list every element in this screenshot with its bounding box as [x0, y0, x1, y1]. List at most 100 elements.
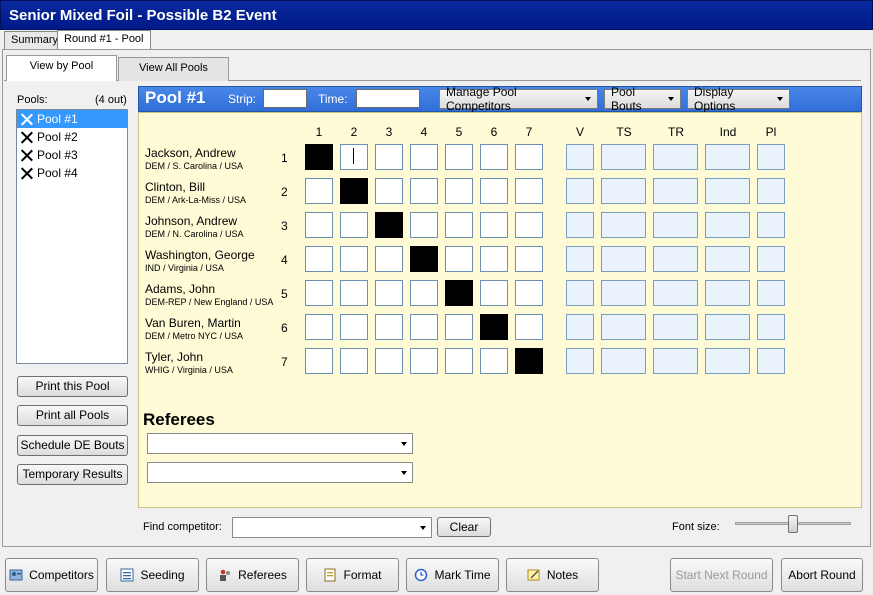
mark-time-button[interactable]: Mark Time	[406, 558, 499, 592]
tab-view-all-pools[interactable]: View All Pools	[118, 57, 229, 81]
bout-score-cell[interactable]	[305, 348, 333, 374]
start-next-round-button[interactable]: Start Next Round	[670, 558, 773, 592]
referees-heading: Referees	[143, 410, 215, 429]
referee-select-1[interactable]	[147, 433, 413, 454]
bout-score-cell[interactable]	[515, 314, 543, 340]
schedule-de-bouts-button[interactable]: Schedule DE Bouts	[17, 435, 128, 456]
time-input[interactable]	[356, 89, 420, 108]
bout-score-cell[interactable]	[480, 144, 508, 170]
tab-round-1-pool[interactable]: Round #1 - Pool	[57, 30, 151, 50]
format-button[interactable]: Format	[306, 558, 399, 592]
abort-round-button[interactable]: Abort Round	[781, 558, 863, 592]
result-cell	[705, 348, 750, 374]
bout-score-cell[interactable]	[445, 178, 473, 204]
bout-score-cell[interactable]	[410, 314, 438, 340]
bout-score-cell[interactable]	[410, 212, 438, 238]
pool-item-2[interactable]: Pool #2	[17, 128, 127, 146]
pool-item-4[interactable]: Pool #4	[17, 164, 127, 182]
tab-view-by-pool[interactable]: View by Pool	[6, 55, 117, 81]
bout-score-cell[interactable]	[375, 178, 403, 204]
temporary-results-button[interactable]: Temporary Results	[17, 464, 128, 485]
font-size-slider[interactable]	[788, 515, 798, 533]
notes-icon	[527, 569, 540, 581]
pool-title: Pool #1	[145, 88, 206, 107]
seeding-button[interactable]: Seeding	[106, 558, 199, 592]
menu-label: Pool Bouts	[611, 85, 642, 113]
bout-score-cell[interactable]	[445, 246, 473, 272]
pool-item-1[interactable]: Pool #1	[17, 110, 127, 128]
self-bout-cell	[515, 348, 543, 374]
bout-score-cell[interactable]	[340, 246, 368, 272]
chevron-down-icon	[668, 97, 674, 101]
bout-score-cell[interactable]	[340, 348, 368, 374]
bout-score-cell[interactable]	[410, 348, 438, 374]
bout-score-cell[interactable]	[305, 212, 333, 238]
bout-score-cell[interactable]	[375, 246, 403, 272]
display-options-menu[interactable]: Display Options	[687, 85, 790, 113]
chevron-down-icon	[585, 97, 591, 101]
menu-label: Manage Pool Competitors	[446, 85, 517, 113]
bout-score-cell[interactable]	[515, 178, 543, 204]
result-cell	[705, 280, 750, 306]
referee-select-2[interactable]	[147, 462, 413, 483]
button-label: Start Next Round	[675, 568, 768, 582]
bout-column-header: 4	[420, 125, 428, 139]
competitors-button[interactable]: Competitors	[5, 558, 98, 592]
bout-score-cell[interactable]	[305, 246, 333, 272]
competitor-number: 5	[281, 287, 288, 301]
bout-score-cell[interactable]	[340, 212, 368, 238]
strip-input[interactable]	[263, 89, 307, 108]
bout-column-header: 5	[455, 125, 463, 139]
bout-score-cell[interactable]	[515, 280, 543, 306]
bout-score-cell[interactable]	[340, 144, 368, 170]
bout-score-cell[interactable]	[480, 348, 508, 374]
bout-score-cell[interactable]	[375, 314, 403, 340]
clear-button[interactable]: Clear	[437, 517, 491, 537]
bout-score-cell[interactable]	[515, 246, 543, 272]
competitor-number: 3	[281, 219, 288, 233]
bout-score-cell[interactable]	[480, 178, 508, 204]
bout-score-cell[interactable]	[480, 246, 508, 272]
result-column-header: TS	[616, 125, 632, 139]
bout-score-cell[interactable]	[445, 348, 473, 374]
manage-pool-competitors-menu[interactable]: Manage Pool Competitors	[439, 85, 598, 113]
pools-list[interactable]: Pool #1 Pool #2 Pool #3 Pool #4	[16, 109, 128, 364]
bout-score-cell[interactable]	[375, 144, 403, 170]
pool-bouts-menu[interactable]: Pool Bouts	[604, 85, 681, 113]
print-this-pool-button[interactable]: Print this Pool	[17, 376, 128, 397]
referees-button[interactable]: Referees	[206, 558, 299, 592]
result-cell	[757, 178, 785, 204]
competitor-name: Tyler, John	[145, 350, 204, 364]
bout-score-cell[interactable]	[410, 280, 438, 306]
result-cell	[705, 246, 750, 272]
bout-score-cell[interactable]	[445, 314, 473, 340]
bout-score-cell[interactable]	[515, 212, 543, 238]
bout-score-cell[interactable]	[375, 348, 403, 374]
competitor-name: Johnson, Andrew	[145, 214, 238, 228]
bout-score-cell[interactable]	[340, 314, 368, 340]
find-competitor-input[interactable]	[232, 517, 432, 538]
competitor-number: 2	[281, 185, 288, 199]
bout-score-cell[interactable]	[480, 212, 508, 238]
tab-summary[interactable]: Summary	[4, 31, 66, 50]
result-cell	[653, 212, 698, 238]
bout-score-cell[interactable]	[410, 144, 438, 170]
pool-item-3[interactable]: Pool #3	[17, 146, 127, 164]
bout-score-cell[interactable]	[515, 144, 543, 170]
competitor-affiliation: DEM / S. Carolina / USA	[145, 161, 244, 171]
print-all-pools-button[interactable]: Print all Pools	[17, 405, 128, 426]
bout-score-cell[interactable]	[375, 280, 403, 306]
bout-score-cell[interactable]	[305, 314, 333, 340]
bout-column-header: 6	[490, 125, 498, 139]
chevron-down-icon	[777, 97, 783, 101]
bout-score-cell[interactable]	[445, 144, 473, 170]
bout-score-cell[interactable]	[305, 280, 333, 306]
bout-score-cell[interactable]	[445, 212, 473, 238]
bout-score-cell[interactable]	[340, 280, 368, 306]
result-cell	[601, 314, 646, 340]
bout-score-cell[interactable]	[305, 178, 333, 204]
bout-score-cell[interactable]	[480, 280, 508, 306]
result-cell	[757, 246, 785, 272]
bout-score-cell[interactable]	[410, 178, 438, 204]
notes-button[interactable]: Notes	[506, 558, 599, 592]
